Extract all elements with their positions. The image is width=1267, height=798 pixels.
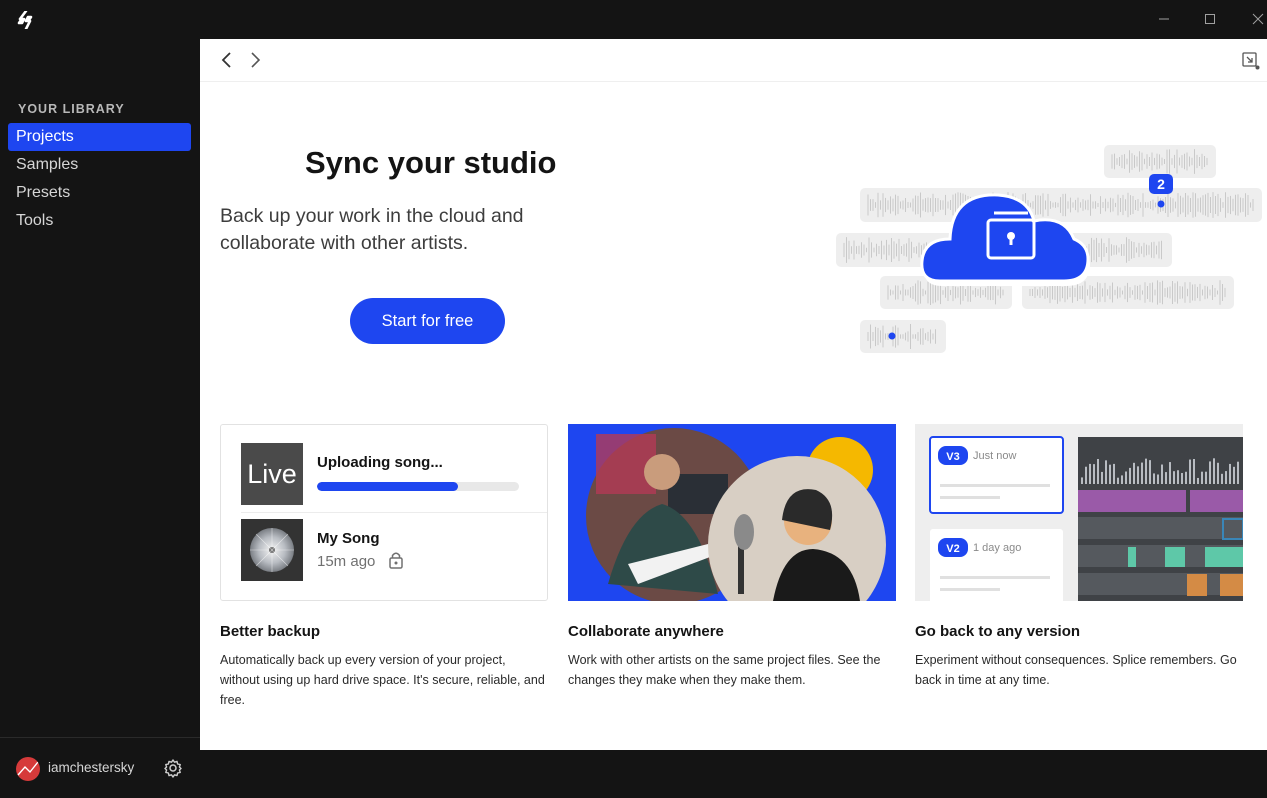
- svg-text:1 day ago: 1 day ago: [973, 542, 1021, 554]
- live-project-tile: Live: [241, 443, 303, 505]
- sidebar-item-samples[interactable]: Samples: [8, 151, 191, 179]
- lock-icon: [389, 552, 403, 569]
- maximize-icon[interactable]: [1201, 10, 1219, 28]
- sidebar: YOUR LIBRARY Projects Samples Presets To…: [0, 39, 200, 798]
- card-desc-collaborate: Work with other artists on the same proj…: [568, 653, 881, 687]
- start-for-free-button[interactable]: Start for free: [350, 298, 505, 344]
- upload-progress-fill: [317, 482, 459, 491]
- close-icon[interactable]: [1249, 10, 1267, 28]
- svg-text:V2: V2: [946, 543, 959, 555]
- card-desc-backup: Automatically back up every version of y…: [220, 653, 545, 707]
- avatar[interactable]: [16, 757, 40, 781]
- main-content: Sync your studio Back up your work in th…: [200, 39, 1267, 750]
- forward-arrow-icon[interactable]: [247, 51, 263, 69]
- sidebar-divider: [0, 737, 200, 738]
- collaborate-photo: [568, 424, 896, 601]
- svg-text:V3: V3: [946, 451, 959, 463]
- bottom-bar: [200, 750, 1267, 798]
- title-bar: [0, 0, 1267, 39]
- cloud-sync-illustration: 2: [836, 145, 1262, 353]
- uploading-label: Uploading song...: [317, 454, 443, 471]
- vinyl-disc-icon: [241, 519, 303, 581]
- card-desc-version: Experiment without consequences. Splice …: [915, 653, 1237, 687]
- backup-preview-card: Live Uploading song... My Song 15m ago: [220, 424, 548, 601]
- username[interactable]: iamchestersky: [48, 760, 134, 775]
- minimize-view-icon[interactable]: [1241, 51, 1261, 71]
- svg-text:2: 2: [1157, 176, 1165, 192]
- card-title-backup: Better backup: [220, 623, 321, 640]
- library-section-title: YOUR LIBRARY: [18, 102, 125, 116]
- card-title-version: Go back to any version: [915, 623, 1081, 640]
- sidebar-item-presets[interactable]: Presets: [8, 179, 191, 207]
- gear-icon[interactable]: [163, 758, 183, 778]
- sidebar-item-projects[interactable]: Projects: [8, 123, 191, 151]
- card-title-collaborate: Collaborate anywhere: [568, 623, 724, 640]
- upload-progress-bar: [317, 482, 519, 491]
- minimize-icon[interactable]: [1155, 10, 1173, 28]
- app-window: YOUR LIBRARY Projects Samples Presets To…: [0, 0, 1267, 798]
- hero-subtitle: Back up your work in the cloud and colla…: [220, 205, 524, 254]
- toolbar: [200, 39, 1267, 82]
- song-name: My Song: [317, 530, 380, 547]
- back-arrow-icon[interactable]: [219, 51, 235, 69]
- splice-logo-icon[interactable]: [17, 11, 33, 29]
- song-time: 15m ago: [317, 553, 376, 570]
- version-history-preview: V3 Just now V2 1 day ago: [915, 424, 1243, 601]
- hero-title: Sync your studio: [305, 145, 557, 180]
- card-divider: [241, 512, 547, 513]
- svg-text:Just now: Just now: [973, 450, 1016, 462]
- sidebar-item-tools[interactable]: Tools: [8, 207, 191, 235]
